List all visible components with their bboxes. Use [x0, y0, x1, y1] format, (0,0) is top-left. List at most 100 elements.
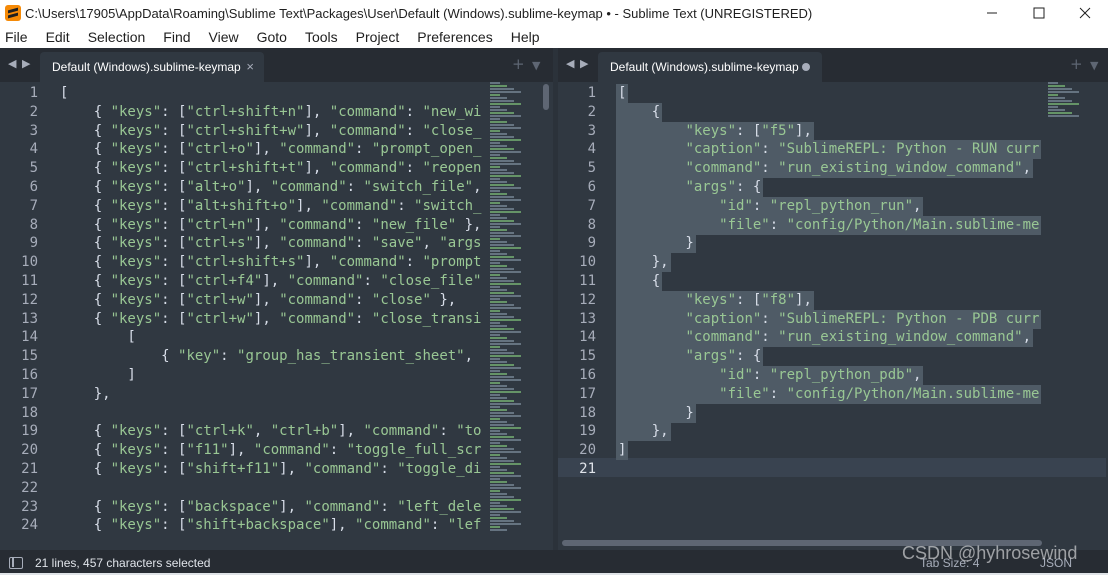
code-line: "command": "run_existing_window_command"… — [685, 160, 1032, 177]
left-editor-pane: ◀ ▶ Default (Windows).sublime-keymap × +… — [0, 48, 553, 550]
code-line: }, — [618, 423, 669, 440]
tab-right-keymap[interactable]: Default (Windows).sublime-keymap — [598, 52, 822, 82]
minimap-line — [490, 460, 514, 462]
right-minimap[interactable] — [1048, 82, 1096, 550]
minimap-line — [490, 208, 514, 210]
line-number: 3 — [587, 122, 596, 139]
menu-project[interactable]: Project — [356, 29, 400, 45]
minimap-line — [490, 238, 500, 240]
minimap-line — [490, 355, 521, 357]
left-code-area[interactable]: 1 2 3 4 5 6 7 8 9 10 11 12 13 14 15 16 17 18 19 20 21 22 23 24 … — [0, 82, 553, 550]
minimap-line — [490, 382, 500, 384]
right-editor-pane: ◀ ▶ Default (Windows).sublime-keymap + ▼… — [558, 48, 1108, 550]
line-number: 3 — [29, 122, 38, 139]
line-number: 10 — [21, 254, 38, 271]
maximize-button[interactable] — [1016, 0, 1062, 26]
menu-preferences[interactable]: Preferences — [417, 29, 492, 45]
minimap-line — [490, 262, 500, 264]
line-number: 21 — [579, 461, 596, 477]
menu-bar: File Edit Selection Find View Goto Tools… — [0, 26, 1108, 48]
menu-help[interactable]: Help — [511, 29, 540, 45]
code-line: "file": "config/Python/Main.sublime-me — [719, 216, 1040, 233]
left-vertical-scrollbar[interactable] — [543, 84, 549, 110]
right-code-area[interactable]: 1 2 3 4 5 6 7 8 9 10 11 12 13 14 15 16 17 18 19 20 21 [ { "k… — [558, 82, 1108, 550]
new-tab-plus-icon[interactable]: + — [512, 56, 525, 72]
sidebar-toggle-icon[interactable] — [9, 556, 23, 569]
code-line: [ — [618, 85, 627, 101]
minimap-line — [490, 319, 521, 321]
minimap-line — [490, 88, 514, 90]
minimap-line — [490, 469, 507, 471]
code-line: { — [618, 103, 661, 120]
tab-menu-chevron-icon[interactable]: ▼ — [532, 58, 540, 74]
minimap-line — [490, 430, 500, 432]
minimap-line — [490, 310, 500, 312]
minimap-line — [490, 499, 521, 501]
code-line: "id": "repl_python_pdb", — [719, 367, 922, 383]
left-minimap[interactable] — [490, 82, 538, 550]
minimize-icon — [987, 12, 997, 14]
minimap-line — [490, 259, 521, 261]
minimap-line — [490, 529, 507, 531]
minimap-line — [490, 301, 507, 303]
code-line: { "keys": ["ctrl+n"], "command": "new_fi… — [60, 216, 482, 233]
minimap-line — [490, 376, 514, 378]
tab-scroll-right-icon[interactable]: ▶ — [580, 58, 590, 70]
line-number: 19 — [579, 423, 596, 440]
menu-goto[interactable]: Goto — [257, 29, 287, 45]
code-line: "file": "config/Python/Main.sublime-me — [719, 385, 1040, 402]
line-number: 5 — [587, 160, 596, 177]
line-number: 24 — [21, 517, 38, 534]
menu-selection[interactable]: Selection — [88, 29, 146, 45]
minimap-line — [490, 334, 500, 336]
minimap-line — [490, 154, 500, 156]
unsaved-dot-icon[interactable] — [802, 63, 810, 71]
minimap-line — [490, 97, 507, 99]
tab-scroll-left-icon[interactable]: ◀ — [8, 58, 18, 70]
minimize-button[interactable] — [969, 0, 1015, 26]
minimap-line — [490, 436, 514, 438]
tab-menu-chevron-icon[interactable]: ▼ — [1090, 58, 1098, 74]
minimap-line — [490, 217, 507, 219]
line-number: 8 — [587, 216, 596, 233]
minimap-line — [490, 160, 514, 162]
minimap-line — [490, 274, 500, 276]
new-tab-plus-icon[interactable]: + — [1070, 56, 1083, 72]
minimap-line — [490, 139, 521, 141]
maximize-icon — [1033, 7, 1045, 19]
line-number: 11 — [579, 273, 596, 289]
menu-file[interactable]: File — [5, 29, 28, 45]
minimap-line — [490, 91, 521, 93]
code-line: { "keys": ["ctrl+w"], "command": "close"… — [60, 291, 457, 308]
minimap-line — [490, 337, 507, 339]
minimap-line — [490, 109, 507, 111]
minimap-line — [490, 250, 500, 252]
minimap-line — [490, 157, 507, 159]
minimap-line — [490, 379, 521, 381]
menu-view[interactable]: View — [209, 29, 239, 45]
menu-find[interactable]: Find — [163, 29, 190, 45]
code-line: { "keys": ["ctrl+k", "ctrl+b"], "command… — [60, 423, 482, 440]
line-number: 14 — [21, 329, 38, 346]
menu-edit[interactable]: Edit — [46, 29, 70, 45]
tab-scroll-right-icon[interactable]: ▶ — [22, 58, 32, 70]
code-line: { "keys": ["ctrl+shift+s"], "command": "… — [60, 254, 482, 271]
line-number: 20 — [21, 442, 38, 459]
line-number: 13 — [579, 310, 596, 327]
line-number: 15 — [21, 348, 38, 365]
tab-close-icon[interactable]: × — [246, 60, 254, 74]
minimap-line — [490, 307, 521, 309]
minimap-line — [490, 226, 500, 228]
minimap-line — [490, 235, 521, 237]
close-window-button[interactable] — [1062, 0, 1108, 26]
tab-scroll-left-icon[interactable]: ◀ — [566, 58, 576, 70]
minimap-line — [490, 367, 521, 369]
code-line: { "keys": ["ctrl+s"], "command": "save",… — [60, 235, 482, 252]
menu-tools[interactable]: Tools — [305, 29, 338, 45]
minimap-line — [490, 325, 507, 327]
line-number: 1 — [29, 85, 38, 101]
line-number: 21 — [21, 461, 38, 477]
minimap-line — [490, 199, 521, 201]
tab-left-keymap[interactable]: Default (Windows).sublime-keymap × — [40, 52, 264, 82]
code-line: { "keys": ["ctrl+w"], "command": "close_… — [60, 310, 482, 327]
